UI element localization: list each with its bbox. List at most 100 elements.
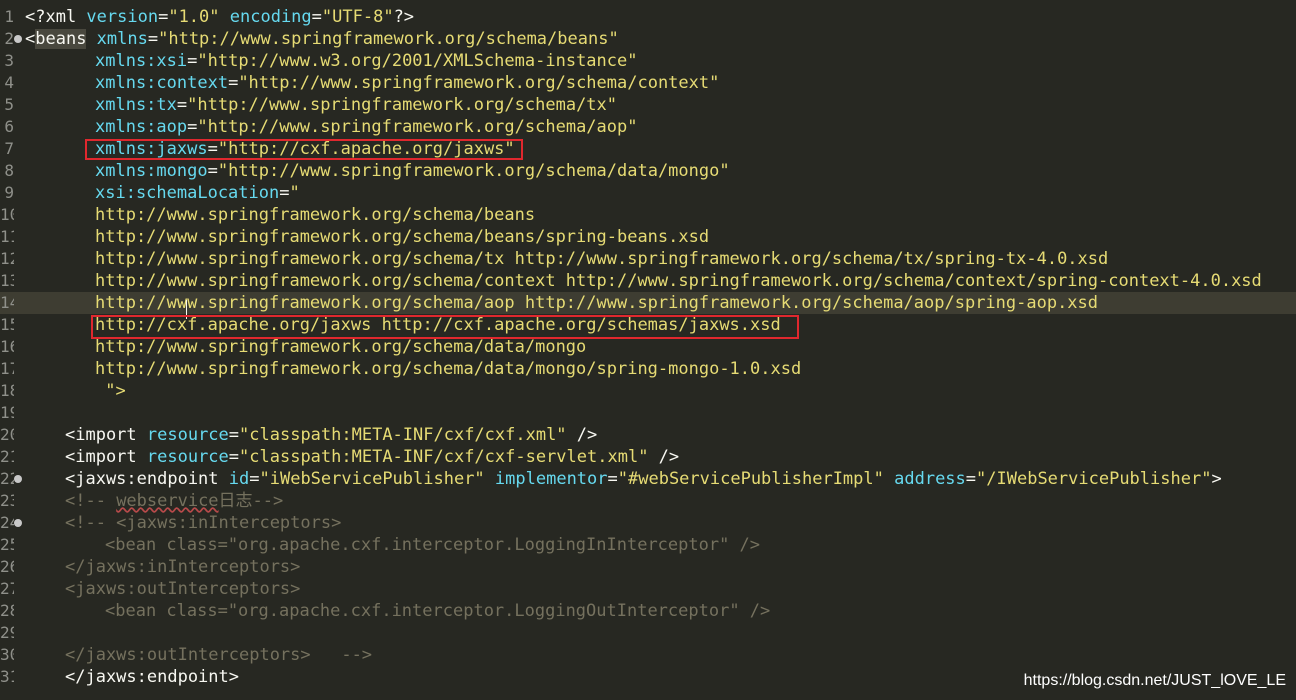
code-token: "UTF-8" (321, 7, 394, 27)
line-number: 21 (0, 447, 14, 466)
code-token: <bean class="org.apache.cxf.interceptor.… (105, 601, 771, 621)
line-number: 11 (0, 227, 14, 246)
code-token: "/IWebServicePublisher" (976, 469, 1212, 489)
code-token: id (228, 469, 250, 489)
code-token: xmlns (86, 29, 148, 49)
code-editor[interactable]: 1 <?xml version="1.0" encoding="UTF-8"?> 2… (0, 0, 1296, 700)
code-text: http://www.springframework.org/schema/be… (95, 204, 535, 226)
code-line[interactable]: 20 <import resource="classpath:META-INF/c… (0, 424, 1296, 446)
code-token: <import (65, 447, 147, 467)
code-token: "iWebServicePublisher" (259, 469, 485, 489)
code-line[interactable]: 2 <beans xmlns="http://www.springframewor… (0, 28, 1296, 50)
code-line[interactable]: 13 http://www.springframework.org/schema/… (0, 270, 1296, 292)
code-token: http://www.springframework.org/schema/be… (95, 205, 536, 225)
line-number: 2 (4, 29, 14, 48)
code-line[interactable]: 12 http://www.springframework.org/schema/… (0, 248, 1296, 270)
code-token: <!-- (65, 491, 117, 511)
code-text: <!-- webservice日志--> (65, 490, 283, 512)
code-token: 日志--> (218, 491, 284, 511)
code-token: resource (146, 425, 229, 445)
code-line[interactable]: 3 xmlns:xsi="http://www.w3.org/2001/XMLSc… (0, 50, 1296, 72)
line-number: 27 (0, 579, 14, 598)
code-line[interactable]: 29 (0, 622, 1296, 644)
code-token: "http://www.springframework.org/schema/t… (187, 95, 618, 115)
code-token: "http://www.springframework.org/schema/d… (217, 161, 730, 181)
code-token: <?xml (25, 7, 87, 27)
code-line[interactable]: 24 <!-- <jaxws:inInterceptors> (0, 512, 1296, 534)
line-number: 20 (0, 425, 14, 444)
line-number: 23 (0, 491, 14, 510)
line-number: 17 (0, 359, 14, 378)
line-number: 26 (0, 557, 14, 576)
code-text: xmlns:tx="http://www.springframework.org… (95, 94, 617, 116)
code-line[interactable]: 10 http://www.springframework.org/schema/… (0, 204, 1296, 226)
code-line[interactable]: 25 <bean class="org.apache.cxf.intercepto… (0, 534, 1296, 556)
line-number: 4 (4, 73, 14, 92)
code-token: = (187, 51, 198, 71)
code-text: xmlns:context="http://www.springframewor… (95, 72, 719, 94)
code-token: "> (95, 381, 126, 401)
line-number: 1 (4, 7, 14, 26)
code-token: "http://www.springframework.org/schema/c… (238, 73, 720, 93)
code-line[interactable]: 16 http://www.springframework.org/schema/… (0, 336, 1296, 358)
line-number: 24 (0, 513, 14, 532)
fold-marker-icon[interactable] (14, 35, 22, 43)
code-token: http://www.springframework.org/schema/ao… (95, 293, 1099, 313)
code-line[interactable]: 14 http://www.springframework.org/schema/… (0, 292, 1296, 314)
code-text: xmlns:xsi="http://www.w3.org/2001/XMLSch… (95, 50, 637, 72)
code-token: > (1211, 469, 1222, 489)
code-token: http://www.springframework.org/schema/be… (95, 227, 710, 247)
code-text: http://www.springframework.org/schema/ao… (95, 292, 1098, 314)
line-number: 6 (4, 117, 14, 136)
code-line[interactable]: 21 <import resource="classpath:META-INF/c… (0, 446, 1296, 468)
code-token: /> (648, 447, 680, 467)
code-token: </jaxws:endpoint> (65, 667, 239, 687)
code-token: <!-- <jaxws:inInterceptors> (65, 513, 342, 533)
code-token: http://www.springframework.org/schema/da… (95, 337, 587, 357)
code-token: "#webServicePublisherImpl" (617, 469, 884, 489)
line-number: 29 (0, 623, 14, 642)
code-token: = (158, 7, 169, 27)
code-token: xmlns:mongo (95, 161, 208, 181)
line-number: 5 (4, 95, 14, 114)
code-line[interactable]: 17 http://www.springframework.org/schema/… (0, 358, 1296, 380)
code-token: " (289, 183, 300, 203)
code-token: xmlns:aop (95, 117, 188, 137)
code-line[interactable]: 1 <?xml version="1.0" encoding="UTF-8"?> (0, 6, 1296, 28)
code-text: <bean class="org.apache.cxf.interceptor.… (105, 600, 770, 622)
code-text: http://www.springframework.org/schema/tx… (95, 248, 1108, 270)
code-line[interactable]: 5 xmlns:tx="http://www.springframework.or… (0, 94, 1296, 116)
code-line[interactable]: 18 "> (0, 380, 1296, 402)
line-number: 10 (0, 205, 14, 224)
code-line[interactable]: 8 xmlns:mongo="http://www.springframework… (0, 160, 1296, 182)
code-line[interactable]: 6 xmlns:aop="http://www.springframework.o… (0, 116, 1296, 138)
code-token: "http://www.springframework.org/schema/b… (158, 29, 619, 49)
code-line[interactable]: 27 <jaxws:outInterceptors> (0, 578, 1296, 600)
fold-marker-icon[interactable] (14, 475, 22, 483)
code-line[interactable]: 28 <bean class="org.apache.cxf.intercepto… (0, 600, 1296, 622)
line-number: 12 (0, 249, 14, 268)
code-line[interactable]: 22<jaxws:endpoint id="iWebServicePublish… (0, 468, 1296, 490)
code-token: implementor (494, 469, 608, 489)
code-token: resource (146, 447, 229, 467)
code-token: encoding (229, 7, 312, 27)
code-token: = (176, 95, 188, 115)
code-token: http://www.springframework.org/schema/da… (95, 359, 802, 379)
code-text: xmlns:mongo="http://www.springframework.… (95, 160, 730, 182)
code-line[interactable]: 26 </jaxws:inInterceptors> (0, 556, 1296, 578)
code-line[interactable]: 11 http://www.springframework.org/schema/… (0, 226, 1296, 248)
line-number: 3 (4, 51, 14, 70)
code-line[interactable]: 9 xsi:schemaLocation=" (0, 182, 1296, 204)
code-token: webservice (116, 491, 219, 511)
code-line[interactable]: 19 (0, 402, 1296, 424)
fold-marker-icon[interactable] (14, 519, 22, 527)
code-token: = (228, 447, 240, 467)
code-line[interactable]: 23 <!-- webservice日志--> (0, 490, 1296, 512)
code-token: = (965, 469, 977, 489)
line-number: 14 (0, 293, 14, 312)
code-line[interactable]: 30 </jaxws:outInterceptors> --> (0, 644, 1296, 666)
code-text: xmlns:aop="http://www.springframework.or… (95, 116, 637, 138)
code-line[interactable]: 4 xmlns:context="http://www.springframewo… (0, 72, 1296, 94)
code-text: http://www.springframework.org/schema/co… (95, 270, 1262, 292)
